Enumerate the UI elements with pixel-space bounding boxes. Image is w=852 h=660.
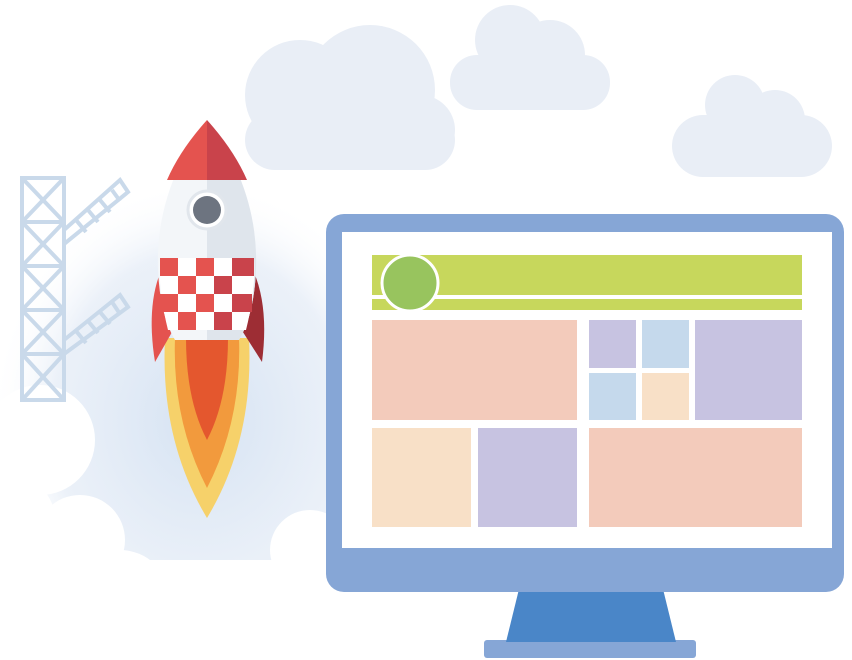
background-clouds <box>245 5 832 177</box>
nav-bar <box>372 299 802 310</box>
monitor-stand <box>506 585 676 642</box>
cloud-icon <box>450 5 610 110</box>
content-tile <box>478 428 577 527</box>
content-tile <box>589 428 802 527</box>
monitor-base <box>484 640 696 658</box>
content-tile <box>695 320 802 420</box>
rocket-launch-illustration <box>0 5 844 660</box>
cloud-icon <box>672 75 832 177</box>
monitor-icon <box>326 214 844 658</box>
content-tile <box>642 373 689 420</box>
content-tile <box>589 320 636 368</box>
avatar <box>380 253 440 313</box>
content-tile <box>642 320 689 368</box>
content-tile <box>372 428 471 527</box>
rocket-checker-band <box>159 258 255 330</box>
cloud-icon <box>245 25 455 170</box>
content-tile <box>372 320 577 420</box>
rocket-window <box>193 196 221 224</box>
content-tile <box>589 373 636 420</box>
rocket-nose-shade <box>207 120 247 180</box>
rocket-nose <box>167 120 207 180</box>
